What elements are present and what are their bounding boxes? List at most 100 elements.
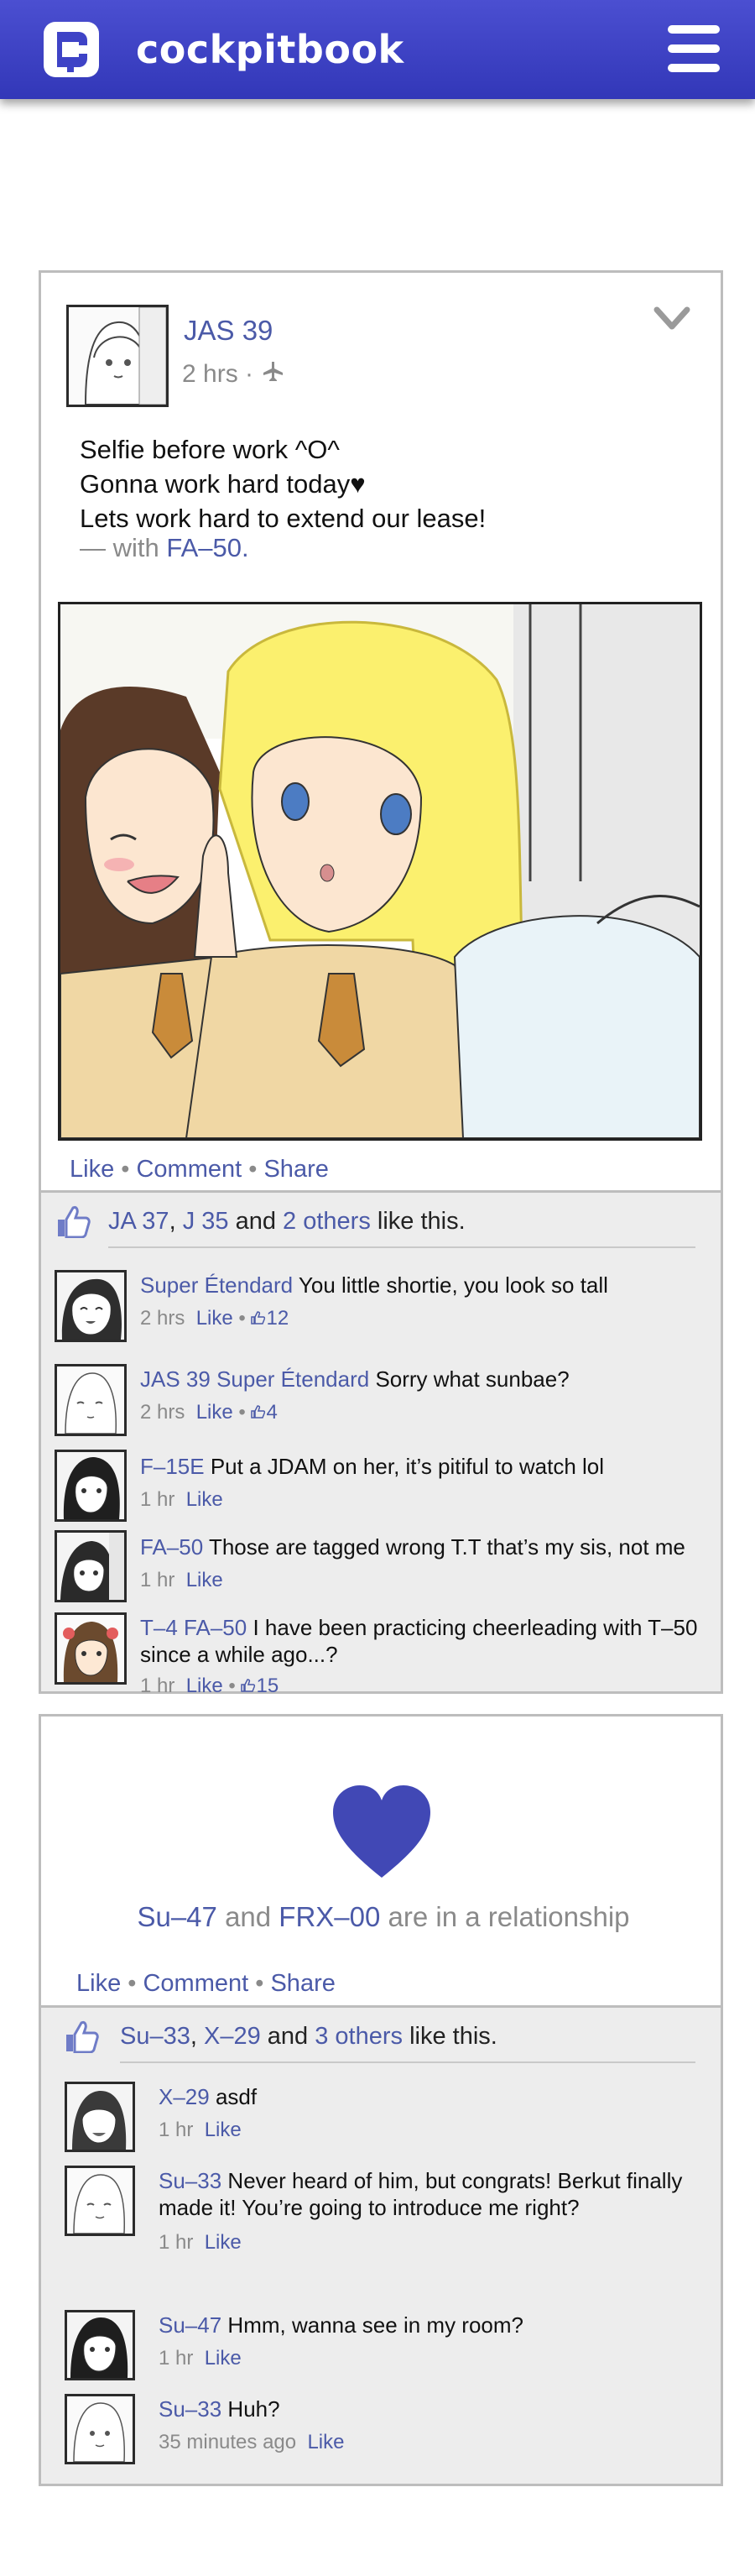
comment-text: Hmm, wanna see in my room? bbox=[227, 2312, 523, 2338]
post-author[interactable]: JAS 39 bbox=[184, 315, 273, 347]
others-link[interactable]: 3 others bbox=[315, 2023, 403, 2050]
comment-mention[interactable]: Super Étendard bbox=[216, 1366, 369, 1392]
top-bar: cockpitbook bbox=[0, 0, 755, 99]
others-link[interactable]: 2 others bbox=[283, 1208, 371, 1235]
divider bbox=[108, 1246, 695, 1248]
comment-text: You little shortie, you look so tall bbox=[298, 1272, 608, 1298]
comment-like-button[interactable]: Like bbox=[186, 1488, 223, 1511]
comment-text-cont: since a while ago...? bbox=[140, 1642, 338, 1667]
like-button[interactable]: Like bbox=[76, 1970, 121, 1997]
comment-time: 1 hr bbox=[140, 1569, 175, 1591]
share-button[interactable]: Share bbox=[263, 1156, 328, 1183]
likes-summary: Su–33, X–29 and 3 others like this. bbox=[120, 2023, 497, 2050]
comment-author[interactable]: Super Étendard bbox=[140, 1272, 293, 1298]
user-link[interactable]: FRX–00 bbox=[279, 1901, 380, 1932]
comment-avatar[interactable] bbox=[65, 2394, 135, 2464]
post-line: Gonna work hard today♥ bbox=[80, 469, 366, 499]
author-avatar[interactable] bbox=[66, 305, 169, 407]
comment-author[interactable]: F–15E bbox=[140, 1454, 205, 1479]
likes-summary: JA 37, J 35 and 2 others like this. bbox=[108, 1208, 466, 1235]
comment-author[interactable]: Su–47 bbox=[159, 2312, 221, 2338]
comment-avatar[interactable] bbox=[65, 2166, 135, 2236]
comment-text: Never heard of him, but congrats! Berkut… bbox=[227, 2168, 683, 2193]
share-button[interactable]: Share bbox=[270, 1970, 335, 1997]
post-actions: Like • Comment • Share bbox=[70, 1156, 329, 1183]
comment-time: 35 minutes ago bbox=[159, 2431, 297, 2453]
comment-meta: 1 hr Like bbox=[140, 1569, 223, 1592]
comment-like-count: 4 bbox=[266, 1401, 278, 1424]
menu-icon[interactable] bbox=[668, 25, 720, 72]
comment-author[interactable]: JAS 39 bbox=[140, 1366, 211, 1392]
chevron-down-icon[interactable] bbox=[653, 306, 690, 332]
liker-link[interactable]: Su–33 bbox=[120, 2023, 190, 2050]
comment-text: Put a JDAM on her, it’s pitiful to watch… bbox=[210, 1454, 605, 1479]
comment-avatar[interactable] bbox=[55, 1612, 127, 1685]
brand-name[interactable]: cockpitbook bbox=[136, 22, 404, 77]
comment-like-button[interactable]: Like bbox=[196, 1307, 233, 1330]
comment-like-button[interactable]: Like bbox=[186, 1569, 223, 1591]
heart-icon bbox=[331, 1784, 432, 1884]
comment-meta: 1 hr Like bbox=[159, 2231, 242, 2255]
post-line: Lets work hard to extend our lease! bbox=[80, 504, 487, 533]
comment-text: Huh? bbox=[227, 2396, 280, 2422]
comment-author[interactable]: X–29 bbox=[159, 2084, 210, 2109]
comment-meta: 1 hr Like bbox=[159, 2347, 242, 2370]
liker-link[interactable]: JA 37 bbox=[108, 1208, 169, 1235]
airplane-icon bbox=[260, 360, 285, 388]
comment-avatar[interactable] bbox=[55, 1270, 127, 1342]
post-actions: Like • Comment • Share bbox=[76, 1970, 336, 1997]
comment-avatar[interactable] bbox=[55, 1530, 127, 1602]
comment-time: 1 hr bbox=[140, 1488, 175, 1511]
comment-like-button[interactable]: Like bbox=[186, 1675, 223, 1697]
post-text: Selfie before work ^O^ Gonna work hard t… bbox=[80, 432, 486, 536]
comment-author[interactable]: Su–33 bbox=[159, 2168, 221, 2193]
liker-link[interactable]: X–29 bbox=[204, 2023, 261, 2050]
comment-time: 2 hrs bbox=[140, 1401, 185, 1424]
comment-avatar[interactable] bbox=[65, 2310, 135, 2380]
divider bbox=[120, 2061, 695, 2063]
comment-text: asdf bbox=[215, 2084, 258, 2109]
comment-meta: 2 hrs Like • 4 bbox=[140, 1401, 278, 1424]
comment-author[interactable]: Su–33 bbox=[159, 2396, 221, 2422]
comment-avatar[interactable] bbox=[55, 1364, 127, 1436]
comment-time: 1 hr bbox=[159, 2119, 194, 2141]
comment-time: 1 hr bbox=[159, 2347, 194, 2370]
comment-like-button[interactable]: Like bbox=[205, 2347, 242, 2370]
post-time: 2 hrs bbox=[182, 360, 238, 388]
comment-like-button[interactable]: Like bbox=[307, 2431, 344, 2453]
comment-like-button[interactable]: Like bbox=[205, 2119, 242, 2141]
comments-section: JA 37, J 35 and 2 others like this. Supe… bbox=[41, 1190, 721, 1697]
comment-body: Su–33 Huh? bbox=[159, 2396, 280, 2422]
relationship-card: Su–47 and FRX–00 are in a relationship L… bbox=[39, 1714, 723, 2486]
comment-mention[interactable]: FA–50 bbox=[184, 1615, 247, 1640]
comment-button[interactable]: Comment bbox=[143, 1970, 248, 1997]
liker-link[interactable]: J 35 bbox=[183, 1208, 229, 1235]
comment-author[interactable]: T–4 bbox=[140, 1615, 178, 1640]
comment-like-count: 15 bbox=[256, 1675, 279, 1697]
comment-meta: 1 hr Like • 15 bbox=[140, 1675, 279, 1697]
comment-body: F–15E Put a JDAM on her, it’s pitiful to… bbox=[140, 1453, 604, 1480]
app-logo-icon[interactable] bbox=[44, 22, 99, 77]
thumbs-up-icon bbox=[251, 1307, 266, 1330]
comment-body: Super Étendard You little shortie, you l… bbox=[140, 1272, 608, 1298]
tagged-user-link[interactable]: FA–50. bbox=[166, 533, 248, 562]
comment-like-button[interactable]: Like bbox=[205, 2231, 242, 2254]
like-button[interactable]: Like bbox=[70, 1156, 114, 1183]
comment-meta: 2 hrs Like • 12 bbox=[140, 1307, 289, 1330]
comment-avatar[interactable] bbox=[55, 1450, 127, 1522]
comment-meta: 35 minutes ago Like bbox=[159, 2431, 344, 2454]
comment-time: 1 hr bbox=[159, 2231, 194, 2254]
post-photo[interactable] bbox=[58, 602, 702, 1141]
comment-text: Those are tagged wrong T.T that’s my sis… bbox=[208, 1534, 685, 1560]
comment-time: 2 hrs bbox=[140, 1307, 185, 1330]
with-prefix: — with bbox=[80, 533, 159, 562]
tagged-with: — with FA–50. bbox=[80, 533, 249, 563]
comment-button[interactable]: Comment bbox=[136, 1156, 242, 1183]
comment-like-button[interactable]: Like bbox=[196, 1401, 233, 1424]
comment-body: Su–47 Hmm, wanna see in my room? bbox=[159, 2312, 523, 2338]
thumbs-up-icon bbox=[63, 2020, 100, 2054]
user-link[interactable]: Su–47 bbox=[137, 1901, 216, 1932]
comment-avatar[interactable] bbox=[65, 2082, 135, 2152]
thumbs-up-icon bbox=[241, 1675, 256, 1697]
comment-author[interactable]: FA–50 bbox=[140, 1534, 203, 1560]
